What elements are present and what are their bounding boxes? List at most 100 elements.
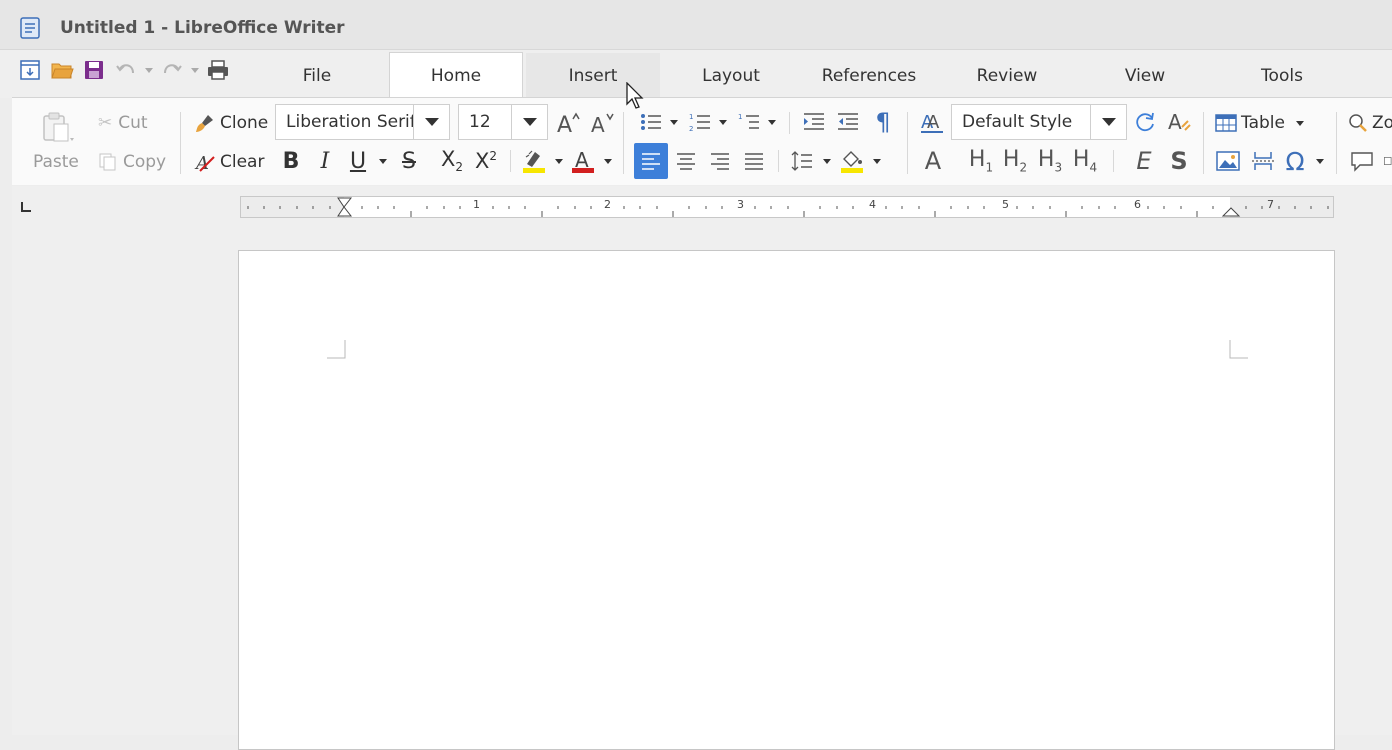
emphasis-button[interactable]: E — [1130, 147, 1158, 175]
underline-dropdown[interactable] — [376, 147, 390, 175]
insert-table-button[interactable]: Table — [1215, 111, 1285, 135]
cut-button[interactable]: ✂ Cut — [98, 111, 148, 135]
paste-label[interactable]: Paste — [33, 151, 79, 173]
document-page[interactable] — [238, 250, 1335, 750]
save-button[interactable] — [78, 56, 110, 84]
heading-3-button[interactable]: H3 — [1036, 147, 1064, 175]
outline-list-dropdown[interactable] — [767, 109, 777, 135]
paragraph-style-value[interactable]: Default Style — [952, 112, 1090, 132]
align-center-button[interactable] — [672, 147, 700, 175]
tab-review[interactable]: Review — [940, 53, 1074, 98]
font-color-dropdown[interactable] — [602, 147, 614, 175]
line-spacing-dropdown[interactable] — [822, 147, 832, 175]
highlight-color-dropdown[interactable] — [553, 147, 565, 175]
bold-icon: B — [282, 148, 300, 174]
insert-comment-button[interactable] — [1349, 147, 1375, 175]
numbered-list-dropdown[interactable] — [718, 109, 728, 135]
font-size-combobox[interactable]: 12 — [458, 104, 548, 140]
line-spacing-button[interactable] — [788, 147, 816, 175]
comment-icon — [1351, 152, 1373, 172]
increase-indent-button[interactable] — [800, 109, 828, 135]
underline-button[interactable]: U — [345, 147, 371, 175]
align-right-button[interactable] — [706, 147, 734, 175]
ribbon-separator — [907, 112, 908, 174]
tab-layout[interactable]: Layout — [664, 53, 798, 98]
superscript-button[interactable]: X2 — [472, 147, 500, 175]
undo-button[interactable] — [110, 56, 142, 84]
tab-home[interactable]: Home — [389, 52, 523, 99]
grow-font-button[interactable]: A — [555, 109, 581, 137]
clear-formatting-button[interactable]: A Clear — [194, 150, 264, 174]
redo-dropdown[interactable] — [188, 56, 202, 84]
bullet-list-dropdown[interactable] — [669, 109, 679, 135]
paragraph-background-dropdown[interactable] — [872, 147, 882, 175]
paragraph-style-combobox[interactable]: Default Style — [951, 104, 1127, 140]
default-character-style-button[interactable]: A — [919, 147, 947, 175]
redo-button[interactable] — [156, 56, 188, 84]
copy-button[interactable]: Copy — [98, 150, 166, 174]
tab-stop-selector[interactable] — [20, 200, 34, 214]
font-name-dropdown[interactable] — [413, 105, 449, 139]
insert-table-dropdown[interactable] — [1294, 111, 1306, 135]
zoom-button[interactable]: Zo — [1347, 111, 1392, 135]
formatting-marks-button[interactable]: ¶ — [869, 108, 897, 136]
chevron-down-icon — [145, 67, 153, 73]
horizontal-ruler[interactable]: 1 2 3 4 5 6 7 — [240, 196, 1334, 218]
print-button[interactable] — [202, 56, 234, 84]
insert-image-button[interactable] — [1214, 147, 1242, 175]
decrease-indent-button[interactable] — [834, 109, 862, 135]
tab-view[interactable]: View — [1078, 53, 1212, 98]
new-document-button[interactable] — [14, 56, 46, 84]
scissors-icon: ✂ — [98, 113, 113, 133]
clone-formatting-button[interactable]: Clone — [194, 111, 268, 135]
ruler-ticks — [247, 197, 1329, 217]
outline-list-button[interactable]: 1 — [734, 109, 764, 135]
align-left-button[interactable] — [634, 143, 668, 179]
italic-button[interactable]: I — [314, 147, 336, 175]
tab-references[interactable]: References — [802, 53, 936, 98]
align-justify-icon — [745, 153, 763, 170]
insert-frame-button[interactable] — [1383, 147, 1392, 175]
bold-button[interactable]: B — [279, 147, 303, 175]
strong-emphasis-button[interactable]: S — [1165, 147, 1193, 175]
superscript-icon: X2 — [474, 149, 498, 173]
heading-2-button[interactable]: H2 — [1001, 147, 1029, 175]
font-size-value[interactable]: 12 — [459, 112, 511, 132]
special-character-dropdown[interactable] — [1314, 147, 1326, 175]
undo-dropdown[interactable] — [142, 56, 156, 84]
shrink-font-button[interactable]: A — [589, 109, 615, 137]
paragraph-background-button[interactable] — [838, 147, 866, 175]
paragraph-style-dropdown[interactable] — [1090, 105, 1126, 139]
ribbon-separator — [1336, 112, 1337, 174]
update-style-button[interactable] — [1131, 108, 1159, 136]
ruler-number: 5 — [1002, 198, 1009, 211]
bullet-list-button[interactable] — [636, 109, 666, 135]
new-style-icon: A — [1168, 110, 1191, 134]
chevron-down-icon — [522, 118, 537, 126]
paste-button[interactable] — [40, 108, 80, 146]
justify-button[interactable] — [740, 147, 768, 175]
mouse-cursor-icon — [626, 82, 644, 109]
styles-sidebar-button[interactable]: AA — [918, 108, 946, 136]
heading-4-button[interactable]: H4 — [1071, 147, 1099, 175]
zoom-label: Zo — [1372, 113, 1392, 133]
font-name-value[interactable]: Liberation Serif — [276, 112, 413, 132]
insert-page-break-button[interactable] — [1249, 147, 1277, 175]
tab-file[interactable]: File — [250, 53, 384, 98]
tab-tools[interactable]: Tools — [1215, 53, 1349, 98]
numbered-list-button[interactable]: 12 — [685, 109, 715, 135]
subscript-button[interactable]: X2 — [438, 147, 466, 175]
font-color-button[interactable]: A — [569, 147, 597, 175]
strikethrough-button[interactable]: S — [396, 147, 422, 175]
font-size-dropdown[interactable] — [511, 105, 547, 139]
heading-1-button[interactable]: H1 — [967, 147, 995, 175]
new-style-button[interactable]: A — [1165, 108, 1193, 136]
font-name-combobox[interactable]: Liberation Serif — [275, 104, 450, 140]
page-break-icon — [1252, 152, 1274, 170]
insert-special-character-button[interactable]: Ω — [1281, 146, 1309, 176]
copy-label: Copy — [123, 152, 167, 172]
align-left-icon — [642, 153, 660, 170]
highlight-color-button[interactable] — [520, 147, 548, 175]
ribbon-separator — [623, 112, 624, 174]
open-button[interactable] — [46, 56, 78, 84]
